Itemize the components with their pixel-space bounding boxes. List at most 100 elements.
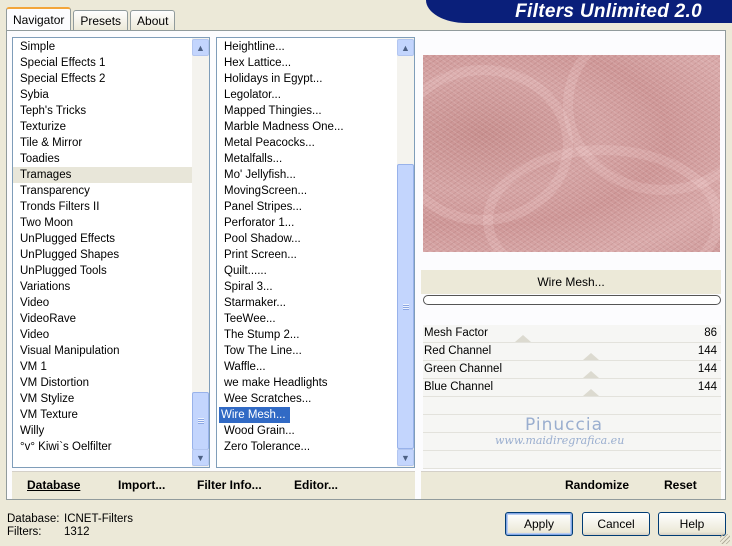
category-item[interactable]: UnPlugged Effects bbox=[13, 231, 192, 247]
category-list[interactable]: Simple Special Effects 1 Special Effects 2… bbox=[12, 37, 210, 468]
filter-item[interactable]: Wire Mesh... bbox=[217, 407, 397, 423]
title-banner: Filters Unlimited 2.0 bbox=[426, 0, 732, 23]
filter-item[interactable]: Panel Stripes... bbox=[217, 199, 397, 215]
slider-thumb[interactable] bbox=[583, 389, 599, 396]
filter-item[interactable]: Metalfalls... bbox=[217, 151, 397, 167]
category-item[interactable]: Video bbox=[13, 327, 192, 343]
param-green-channel[interactable]: Green Channel 144 bbox=[423, 361, 721, 379]
category-item-label: Simple bbox=[20, 41, 56, 53]
filter-item[interactable]: Legolator... bbox=[217, 87, 397, 103]
category-item[interactable]: VM Stylize bbox=[13, 391, 192, 407]
category-item[interactable]: Variations bbox=[13, 279, 192, 295]
apply-button[interactable]: Apply bbox=[505, 512, 573, 536]
filter-item-label: Mo' Jellyfish... bbox=[224, 169, 296, 181]
filter-item-label: Holidays in Egypt... bbox=[224, 73, 323, 85]
import-button[interactable]: Import... bbox=[118, 478, 165, 492]
scroll-thumb[interactable] bbox=[397, 164, 414, 449]
filter-item[interactable]: MovingScreen... bbox=[217, 183, 397, 199]
filter-item[interactable]: TeeWee... bbox=[217, 311, 397, 327]
filter-item-label: Tow The Line... bbox=[224, 345, 302, 357]
filter-list-items: Heightline... Hex Lattice... Holidays in E… bbox=[217, 38, 397, 467]
filter-scrollbar[interactable]: ▲ ▼ bbox=[397, 38, 414, 467]
filter-info-button[interactable]: Filter Info... bbox=[197, 478, 262, 492]
category-item[interactable]: Transparency bbox=[13, 183, 192, 199]
filter-item[interactable]: Holidays in Egypt... bbox=[217, 71, 397, 87]
scroll-down-icon[interactable]: ▼ bbox=[397, 449, 414, 466]
category-item[interactable]: Texturize bbox=[13, 119, 192, 135]
category-item-label: Texturize bbox=[20, 121, 67, 133]
param-red-channel[interactable]: Red Channel 144 bbox=[423, 343, 721, 361]
filter-item[interactable]: Metal Peacocks... bbox=[217, 135, 397, 151]
resize-grip[interactable] bbox=[720, 534, 730, 544]
filter-item[interactable]: Tow The Line... bbox=[217, 343, 397, 359]
category-item[interactable]: Video bbox=[13, 295, 192, 311]
category-item-label: UnPlugged Tools bbox=[20, 265, 107, 277]
filter-item[interactable]: Hex Lattice... bbox=[217, 55, 397, 71]
filter-item[interactable]: Wood Grain... bbox=[217, 423, 397, 439]
category-item[interactable]: Sybia bbox=[13, 87, 192, 103]
empty-param-row bbox=[423, 451, 721, 469]
category-item[interactable]: Teph's Tricks bbox=[13, 103, 192, 119]
scroll-up-icon[interactable]: ▲ bbox=[192, 39, 209, 56]
filter-item-label: Panel Stripes... bbox=[224, 201, 302, 213]
filter-item[interactable]: Zero Tolerance... bbox=[217, 439, 397, 455]
filter-item[interactable]: Waffle... bbox=[217, 359, 397, 375]
randomize-button[interactable]: Randomize bbox=[565, 478, 629, 492]
category-item[interactable]: Tile & Mirror bbox=[13, 135, 192, 151]
category-item-label: Video bbox=[20, 297, 50, 309]
category-item[interactable]: Tramages bbox=[13, 167, 192, 183]
category-item[interactable]: Tronds Filters II bbox=[13, 199, 192, 215]
scroll-down-icon[interactable]: ▼ bbox=[192, 449, 209, 466]
category-item[interactable]: VM 1 bbox=[13, 359, 192, 375]
category-item[interactable]: UnPlugged Tools bbox=[13, 263, 192, 279]
category-item[interactable]: UnPlugged Shapes bbox=[13, 247, 192, 263]
filter-item[interactable]: The Stump 2... bbox=[217, 327, 397, 343]
tab-navigator[interactable]: Navigator bbox=[6, 7, 72, 30]
cancel-button[interactable]: Cancel bbox=[582, 512, 650, 536]
category-item[interactable]: Simple bbox=[13, 39, 192, 55]
filter-item[interactable]: Pool Shadow... bbox=[217, 231, 397, 247]
category-item[interactable]: VM Distortion bbox=[13, 375, 192, 391]
slider-thumb[interactable] bbox=[583, 353, 599, 360]
scroll-thumb[interactable] bbox=[192, 392, 209, 450]
filters-count: 1312 bbox=[64, 526, 90, 538]
category-item[interactable]: Visual Manipulation bbox=[13, 343, 192, 359]
database-button[interactable]: Database bbox=[27, 478, 80, 492]
category-item-label: UnPlugged Shapes bbox=[20, 249, 120, 261]
tab-about[interactable]: About bbox=[130, 10, 176, 30]
app-title: Filters Unlimited 2.0 bbox=[515, 1, 702, 22]
filter-item[interactable]: Perforator 1... bbox=[217, 215, 397, 231]
filter-item[interactable]: Spiral 3... bbox=[217, 279, 397, 295]
filter-list[interactable]: Heightline... Hex Lattice... Holidays in E… bbox=[216, 37, 415, 468]
filter-item-label: MovingScreen... bbox=[224, 185, 308, 197]
help-button[interactable]: Help bbox=[658, 512, 726, 536]
filter-item[interactable]: Starmaker... bbox=[217, 295, 397, 311]
filter-item[interactable]: Marble Madness One... bbox=[217, 119, 397, 135]
category-item[interactable]: VM Texture bbox=[13, 407, 192, 423]
filter-item[interactable]: Mo' Jellyfish... bbox=[217, 167, 397, 183]
filter-item[interactable]: Quilt...... bbox=[217, 263, 397, 279]
category-item[interactable]: Special Effects 1 bbox=[13, 55, 192, 71]
filter-item[interactable]: Wee Scratches... bbox=[217, 391, 397, 407]
category-item-label: Teph's Tricks bbox=[20, 105, 87, 117]
category-item[interactable]: Special Effects 2 bbox=[13, 71, 192, 87]
editor-button[interactable]: Editor... bbox=[294, 478, 338, 492]
category-item[interactable]: VideoRave bbox=[13, 311, 192, 327]
category-item[interactable]: Willy bbox=[13, 423, 192, 439]
tab-presets[interactable]: Presets bbox=[73, 10, 129, 30]
reset-button[interactable]: Reset bbox=[664, 478, 697, 492]
slider-thumb[interactable] bbox=[515, 335, 531, 342]
category-item[interactable]: Toadies bbox=[13, 151, 192, 167]
scroll-up-icon[interactable]: ▲ bbox=[397, 39, 414, 56]
slider-thumb[interactable] bbox=[583, 371, 599, 378]
category-scrollbar[interactable]: ▲ ▼ bbox=[192, 38, 209, 467]
param-blue-channel[interactable]: Blue Channel 144 bbox=[423, 379, 721, 397]
param-mesh-factor[interactable]: Mesh Factor 86 bbox=[423, 325, 721, 343]
filter-item[interactable]: Mapped Thingies... bbox=[217, 103, 397, 119]
filter-item[interactable]: Heightline... bbox=[217, 39, 397, 55]
filter-item[interactable]: we make Headlights bbox=[217, 375, 397, 391]
category-item[interactable]: Two Moon bbox=[13, 215, 192, 231]
category-item-label: VM Stylize bbox=[20, 393, 75, 405]
filter-item[interactable]: Print Screen... bbox=[217, 247, 397, 263]
category-item[interactable]: °v° Kiwi`s Oelfilter bbox=[13, 439, 192, 455]
